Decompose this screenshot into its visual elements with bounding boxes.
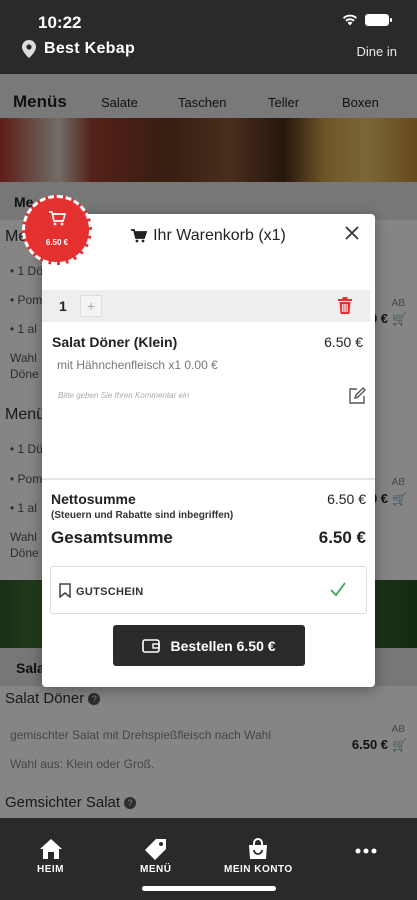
status-time: 10:22: [38, 13, 82, 32]
tag-icon: [144, 839, 166, 860]
cart-item-option: mit Hähnchenfleisch x1 0.00 €: [57, 358, 218, 372]
nav-menu-label: MENÜ: [140, 864, 172, 875]
cart-icon: [49, 211, 66, 226]
home-icon: [39, 839, 62, 859]
ellipsis-icon: [355, 848, 377, 854]
wallet-icon: [142, 638, 161, 653]
comment-input[interactable]: Bitte geben Sie Ihren Kommentar ein: [58, 391, 189, 400]
netto-value: 6.50 €: [327, 491, 366, 507]
quantity-row: 1 +: [42, 290, 370, 322]
nav-home-label: HEIM: [37, 864, 64, 875]
nav-account-label: MEIN KONTO: [224, 864, 293, 875]
voucher-label: GUTSCHEIN: [76, 586, 144, 598]
cart-modal: Ihr Warenkorb (x1) 1 + Salat Döner (Klei…: [42, 214, 375, 687]
quantity-value: 1: [59, 298, 67, 314]
status-icons: [342, 14, 392, 26]
order-button[interactable]: Bestellen 6.50 €: [113, 625, 305, 666]
app-header: 10:22 Best Kebap Dine in: [0, 0, 417, 74]
cart-badge[interactable]: 6.50 €: [22, 195, 92, 265]
more-icon[interactable]: [355, 848, 377, 858]
nav-account[interactable]: MEIN KONTO: [224, 838, 293, 875]
order-button-label: Bestellen 6.50 €: [170, 637, 276, 654]
cart-badge-price: 6.50 €: [45, 238, 69, 247]
cart-icon: [131, 229, 148, 243]
location-selector[interactable]: Best Kebap: [22, 40, 135, 58]
trash-icon[interactable]: [338, 297, 352, 314]
nav-menu[interactable]: MENÜ: [140, 838, 171, 875]
close-icon[interactable]: [343, 224, 361, 242]
voucher-field[interactable]: GUTSCHEIN: [50, 566, 367, 614]
cart-item-price: 6.50 €: [324, 334, 363, 350]
battery-icon: [365, 14, 392, 26]
netto-label: Nettosumme: [51, 491, 136, 507]
wifi-icon: [342, 14, 358, 26]
location-name: Best Kebap: [44, 40, 136, 57]
shopping-bag-icon: [249, 838, 268, 859]
cart-title-text: Ihr Warenkorb (x1): [153, 227, 286, 244]
tax-note: (Steuern und Rabatte sind inbegriffen): [51, 510, 234, 521]
dine-in-toggle[interactable]: Dine in: [357, 44, 397, 59]
total-value: 6.50 €: [318, 528, 366, 547]
divider: [42, 478, 375, 480]
home-indicator: [142, 886, 276, 891]
bookmark-icon: [59, 583, 71, 598]
check-icon[interactable]: [328, 579, 348, 599]
cart-item-name: Salat Döner (Klein): [52, 334, 178, 350]
nav-home[interactable]: HEIM: [37, 838, 64, 875]
location-pin-icon: [22, 40, 36, 58]
edit-icon[interactable]: [347, 386, 367, 406]
total-label: Gesamtsumme: [51, 528, 173, 547]
quantity-plus-button[interactable]: +: [80, 295, 102, 317]
